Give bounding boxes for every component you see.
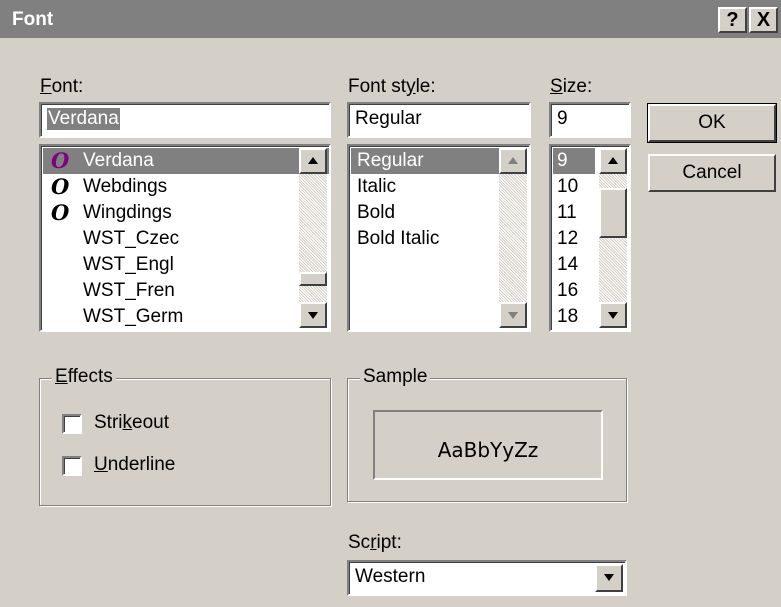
chevron-down-icon	[604, 574, 614, 581]
sample-legend: Sample	[360, 366, 431, 388]
size-list-item[interactable]: 16	[553, 278, 595, 304]
strikeout-label[interactable]: Strikeout	[94, 412, 169, 434]
font-list-item-label: WST_Engl	[83, 254, 174, 275]
sample-preview: AaBbYyZz	[373, 410, 603, 480]
arrow-down-icon	[308, 312, 318, 319]
size-list-item[interactable]: 11	[553, 200, 595, 226]
size-list-item-label: 16	[557, 280, 579, 301]
effects-legend: Effects	[52, 366, 116, 388]
style-list-item[interactable]: Bold Italic	[351, 226, 502, 252]
font-dialog: Font ? X Font: Verdana O Verdana O Webdings…	[0, 0, 781, 607]
arrow-up-icon	[308, 157, 318, 164]
opentype-icon: O	[51, 174, 70, 199]
font-list-item-label: Verdana	[83, 150, 154, 171]
cancel-button[interactable]: Cancel	[648, 154, 776, 192]
font-list-item[interactable]: WST_Czec	[43, 226, 329, 252]
font-list-item[interactable]: O Verdana	[43, 148, 329, 174]
size-list-item-label: 12	[557, 228, 579, 249]
font-name-value: Verdana	[47, 108, 120, 130]
style-list-item-label: Bold	[357, 202, 396, 223]
size-value: 9	[557, 108, 568, 129]
font-name-input[interactable]: Verdana	[39, 102, 331, 138]
size-list-item-label: 14	[557, 254, 579, 275]
ok-button[interactable]: OK	[647, 103, 777, 143]
help-button[interactable]: ?	[718, 7, 747, 33]
font-list-item-label: WST_Fren	[83, 280, 175, 301]
size-input[interactable]: 9	[549, 102, 631, 138]
style-scroll-down-button	[499, 302, 527, 328]
script-select[interactable]: Western	[347, 560, 627, 596]
size-list-item[interactable]: 9	[553, 148, 595, 174]
size-list-item-label: 18	[557, 306, 579, 327]
size-scroll-thumb[interactable]	[599, 188, 627, 238]
font-list-item-label: WST_Germ	[83, 306, 184, 327]
opentype-icon: O	[51, 200, 70, 225]
size-scroll-up-button[interactable]	[599, 148, 627, 174]
font-style-list[interactable]: Regular Italic Bold Bold Italic	[347, 144, 531, 332]
font-list-item[interactable]: WST_Engl	[43, 252, 329, 278]
size-list-item[interactable]: 14	[553, 252, 595, 278]
font-style-label: Font style:	[348, 76, 436, 97]
font-list-item-label: WST_Czec	[83, 228, 180, 249]
arrow-down-icon	[608, 312, 618, 319]
font-list-scrollbar[interactable]	[299, 148, 327, 328]
font-list-item-label: Webdings	[83, 176, 168, 197]
size-list-item-label: 10	[557, 176, 579, 197]
font-list-item[interactable]: O Wingdings	[43, 200, 329, 226]
style-list-scrollbar	[499, 148, 527, 328]
effects-group: Effects Strikeout Underline	[39, 366, 331, 506]
script-dropdown-button[interactable]	[595, 564, 623, 592]
size-list-item[interactable]: 10	[553, 174, 595, 200]
style-list-item[interactable]: Regular	[351, 148, 502, 174]
size-list-item-label: 11	[557, 202, 577, 223]
dialog-title: Font	[12, 9, 54, 30]
arrow-up-icon	[608, 157, 618, 164]
size-list[interactable]: 9 10 11 12 14 16 18	[549, 144, 631, 332]
font-scroll-up-button[interactable]	[299, 148, 327, 174]
arrow-down-icon	[508, 312, 518, 319]
size-list-item[interactable]: 12	[553, 226, 595, 252]
size-scroll-down-button[interactable]	[599, 302, 627, 328]
underline-label[interactable]: Underline	[94, 454, 175, 476]
arrow-up-icon	[508, 157, 518, 164]
size-label: Size:	[550, 76, 593, 97]
script-label: Script:	[348, 532, 402, 553]
size-list-scrollbar[interactable]	[599, 148, 627, 328]
strikeout-checkbox[interactable]	[62, 414, 82, 434]
style-list-item-label: Bold Italic	[357, 228, 440, 249]
font-list-item[interactable]: WST_Germ	[43, 304, 329, 330]
font-list-item[interactable]: WST_Fren	[43, 278, 329, 304]
font-scroll-down-button[interactable]	[299, 302, 327, 328]
font-style-input[interactable]: Regular	[347, 102, 531, 138]
size-list-item-label: 9	[557, 150, 568, 171]
script-value: Western	[355, 566, 426, 587]
style-list-item[interactable]: Bold	[351, 200, 502, 226]
style-list-item-label: Regular	[357, 150, 424, 171]
underline-checkbox[interactable]	[62, 456, 82, 476]
style-scroll-up-button	[499, 148, 527, 174]
font-scroll-thumb[interactable]	[299, 272, 327, 286]
style-list-item-label: Italic	[357, 176, 397, 197]
opentype-icon: O	[51, 148, 70, 173]
close-button[interactable]: X	[749, 7, 778, 33]
style-list-item[interactable]: Italic	[351, 174, 502, 200]
sample-group: Sample AaBbYyZz	[347, 366, 627, 502]
font-label: Font:	[40, 76, 84, 97]
sample-text: AaBbYyZz	[437, 438, 539, 462]
size-list-item[interactable]: 18	[553, 304, 595, 330]
font-list-item-label: Wingdings	[83, 202, 172, 223]
title-bar[interactable]: Font ? X	[0, 0, 781, 38]
font-list-item[interactable]: O Webdings	[43, 174, 329, 200]
font-list[interactable]: O Verdana O Webdings O Wingdings WST_Czec WST_E…	[39, 144, 331, 332]
font-style-value: Regular	[355, 108, 422, 129]
